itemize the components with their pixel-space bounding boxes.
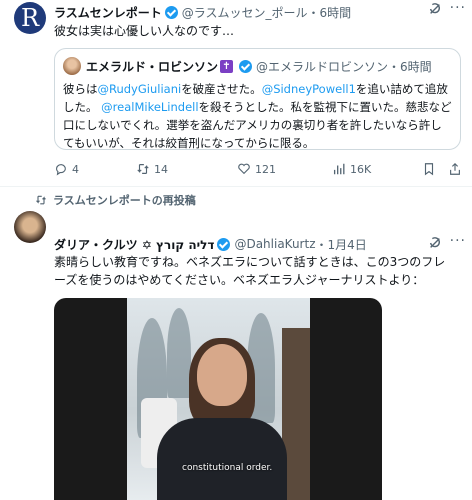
more-options-icon[interactable]: ··· xyxy=(450,0,466,16)
verified-icon xyxy=(217,237,231,251)
avatar[interactable] xyxy=(14,211,46,243)
tweet-header: ダリア・クルツ ✡ דליה קורץ @DahliaKurtz ・1月4日 xyxy=(54,235,458,253)
quoted-tweet[interactable]: エメラルド・ロビンソン ✝ @エメラルドロビンソン ・6時間 彼らは@RudyG… xyxy=(54,48,461,150)
quote-header: エメラルド・ロビンソン ✝ @エメラルドロビンソン ・6時間 xyxy=(63,57,432,75)
tweet-dahlia[interactable]: ラスムセンレポートの再投稿 ダリア・クルツ ✡ דליה קורץ @Dahli… xyxy=(0,187,472,500)
timestamp[interactable]: ・1月4日 xyxy=(316,236,367,253)
retweet-icon xyxy=(36,195,46,205)
tweet-header: ラスムセンレポート @ラスムッセン_ポール ・6時間 xyxy=(54,3,458,21)
reply-button[interactable]: 4 xyxy=(54,162,79,176)
mention-link[interactable]: @realMikeLindell xyxy=(101,100,198,114)
like-button[interactable]: 121 xyxy=(237,162,276,176)
quote-timestamp: ・6時間 xyxy=(388,59,432,74)
views-chart-icon xyxy=(333,163,345,175)
avatar[interactable]: R xyxy=(14,2,46,34)
grok-icon[interactable] xyxy=(428,236,442,250)
video-caption: constitutional order. xyxy=(182,463,273,473)
share-icon xyxy=(450,162,460,175)
views-button[interactable]: 16K xyxy=(332,162,371,176)
retweeted-by[interactable]: ラスムセンレポートの再投稿 xyxy=(35,192,196,208)
quote-author-handle[interactable]: @エメラルドロビンソン xyxy=(256,58,388,75)
video-player[interactable]: constitutional order. xyxy=(54,298,382,500)
tweet-text: 彼女は実は心優しい人なのです… xyxy=(54,24,235,38)
author-name[interactable]: ラスムセンレポート xyxy=(54,4,162,21)
quote-avatar[interactable] xyxy=(63,57,81,75)
more-options-icon[interactable]: ··· xyxy=(450,233,466,249)
author-handle[interactable]: @ラスムッセン_ポール xyxy=(182,4,308,21)
tweet-text: 素晴らしい教育ですね。ベネズエラについて話すときは、この3つのフレーズを使うのは… xyxy=(54,255,446,287)
cross-badge-icon: ✝ xyxy=(220,59,234,73)
heart-icon xyxy=(238,163,250,175)
verified-icon xyxy=(164,5,178,19)
quote-text: 彼らは@RudyGiulianiを破産させた。@SidneyPowell1を追い… xyxy=(63,82,452,150)
grok-icon[interactable] xyxy=(428,2,442,16)
retweet-icon xyxy=(137,164,149,174)
bookmark-button[interactable] xyxy=(422,162,440,176)
mention-link[interactable]: @SidneyPowell1 xyxy=(262,82,356,96)
author-handle[interactable]: @DahliaKurtz xyxy=(234,237,315,251)
quote-author-name[interactable]: エメラルド・ロビンソン xyxy=(86,58,218,75)
verified-icon xyxy=(239,59,253,73)
reply-icon xyxy=(56,164,66,176)
bookmark-icon xyxy=(424,163,434,176)
retweet-button[interactable]: 14 xyxy=(136,162,168,176)
timestamp[interactable]: ・6時間 xyxy=(308,4,352,21)
mention-link[interactable]: @RudyGiuliani xyxy=(98,82,182,96)
author-name[interactable]: ダリア・クルツ ✡ דליה קורץ xyxy=(54,236,214,253)
action-bar: 4 14 121 16K xyxy=(54,162,461,178)
share-button[interactable] xyxy=(448,162,466,176)
tweet-rasmussen[interactable]: R ラスムセンレポート @ラスムッセン_ポール ・6時間 ··· 彼女は実は心優… xyxy=(0,0,472,187)
